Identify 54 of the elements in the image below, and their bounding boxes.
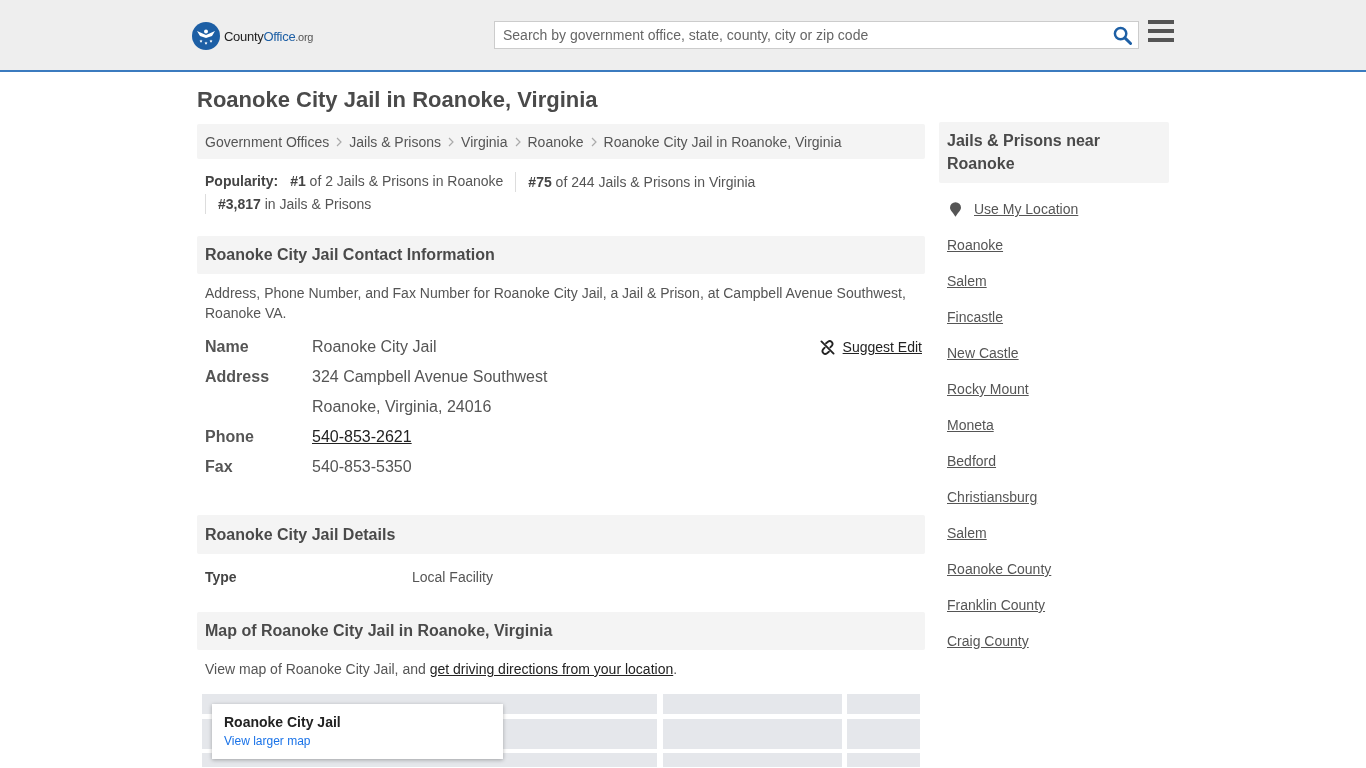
nearby-place-link[interactable]: Moneta: [947, 417, 994, 433]
field-value: Roanoke City Jail: [312, 337, 438, 357]
section-heading: Roanoke City Jail Contact Information: [197, 236, 925, 274]
chevron-icon: [514, 136, 521, 147]
site-logo[interactable]: CountyOffice.org: [192, 22, 314, 50]
section-heading: Map of Roanoke City Jail in Roanoke, Virginia: [197, 612, 925, 650]
popularity-label: Popularity:: [205, 172, 279, 191]
chevron-icon: [336, 136, 343, 147]
menu-icon[interactable]: [1148, 20, 1174, 42]
chevron-icon: [448, 136, 455, 147]
breadcrumb-link[interactable]: Roanoke City Jail in Roanoke, Virginia: [603, 133, 842, 150]
chevron-icon: [590, 136, 597, 147]
field-label: Fax: [205, 457, 234, 477]
field-value: 324 Campbell Avenue Southwest: [312, 367, 548, 387]
nearby-place-link[interactable]: Roanoke: [947, 237, 1004, 253]
field-value: Roanoke, Virginia, 24016: [312, 397, 493, 417]
nearby-place-link[interactable]: Franklin County: [947, 597, 1046, 613]
use-location-link[interactable]: Use My Location: [974, 201, 1079, 217]
map-card-title: Roanoke City Jail: [224, 713, 342, 731]
field-label: Address: [205, 367, 271, 387]
nearby-place-link[interactable]: Rocky Mount: [947, 381, 1029, 397]
nearby-place-link[interactable]: New Castle: [947, 345, 1019, 361]
section-heading: Roanoke City Jail Details: [197, 515, 925, 554]
breadcrumb-link[interactable]: Jails & Prisons: [349, 133, 442, 150]
detail-value: Local Facility: [412, 568, 494, 587]
nearby-place-link[interactable]: Bedford: [947, 453, 997, 469]
eagle-emblem-icon: [192, 22, 220, 50]
nearby-place-link[interactable]: Craig County: [947, 633, 1029, 649]
nearby-place-link[interactable]: Salem: [947, 525, 987, 541]
popularity-rank: #1 of 2 Jails & Prisons in Roanoke: [290, 172, 505, 191]
detail-label: Type: [205, 568, 238, 587]
field-value: 540-853-5350: [312, 457, 413, 477]
larger-map-link[interactable]: View larger map: [224, 734, 311, 748]
map-intro: View map of Roanoke City Jail, and get driving directions from your location.: [204, 660, 679, 679]
popularity-rank: #3,817 in Jails & Prisons: [205, 194, 384, 214]
breadcrumb-link[interactable]: Roanoke: [527, 133, 584, 150]
nearby-place-link[interactable]: Roanoke County: [947, 561, 1052, 577]
breadcrumb-link[interactable]: Virginia: [461, 133, 508, 150]
nearby-place-link[interactable]: Salem: [947, 273, 987, 289]
field-label: Name: [205, 337, 250, 357]
page-title: Roanoke City Jail in Roanoke, Virginia: [197, 86, 599, 114]
nearby-place-link[interactable]: Christiansburg: [947, 489, 1038, 505]
sidebar-heading: Jails & Prisons near Roanoke: [939, 122, 1169, 183]
field-label: Phone: [205, 427, 255, 447]
phone-link[interactable]: 540-853-2621: [312, 428, 412, 445]
contact-description: Address, Phone Number, and Fax Number for Roanoke City Jail, a Jail & Prison, at Campbell Avenue Southwest, Roanoke VA.: [204, 284, 907, 323]
popularity-rank: #75 of 244 Jails & Prisons in Virginia: [515, 171, 768, 192]
nearby-place-link[interactable]: Fincastle: [947, 309, 1004, 325]
broken-link-icon: [819, 339, 835, 355]
location-pin-icon: [950, 201, 961, 217]
search-field[interactable]: Search by government office, state, county, city or zip code: [494, 21, 1139, 49]
suggest-edit-link[interactable]: Suggest Edit: [819, 339, 922, 355]
search-icon[interactable]: [1113, 26, 1132, 45]
breadcrumb-link[interactable]: Government Offices: [205, 133, 330, 150]
